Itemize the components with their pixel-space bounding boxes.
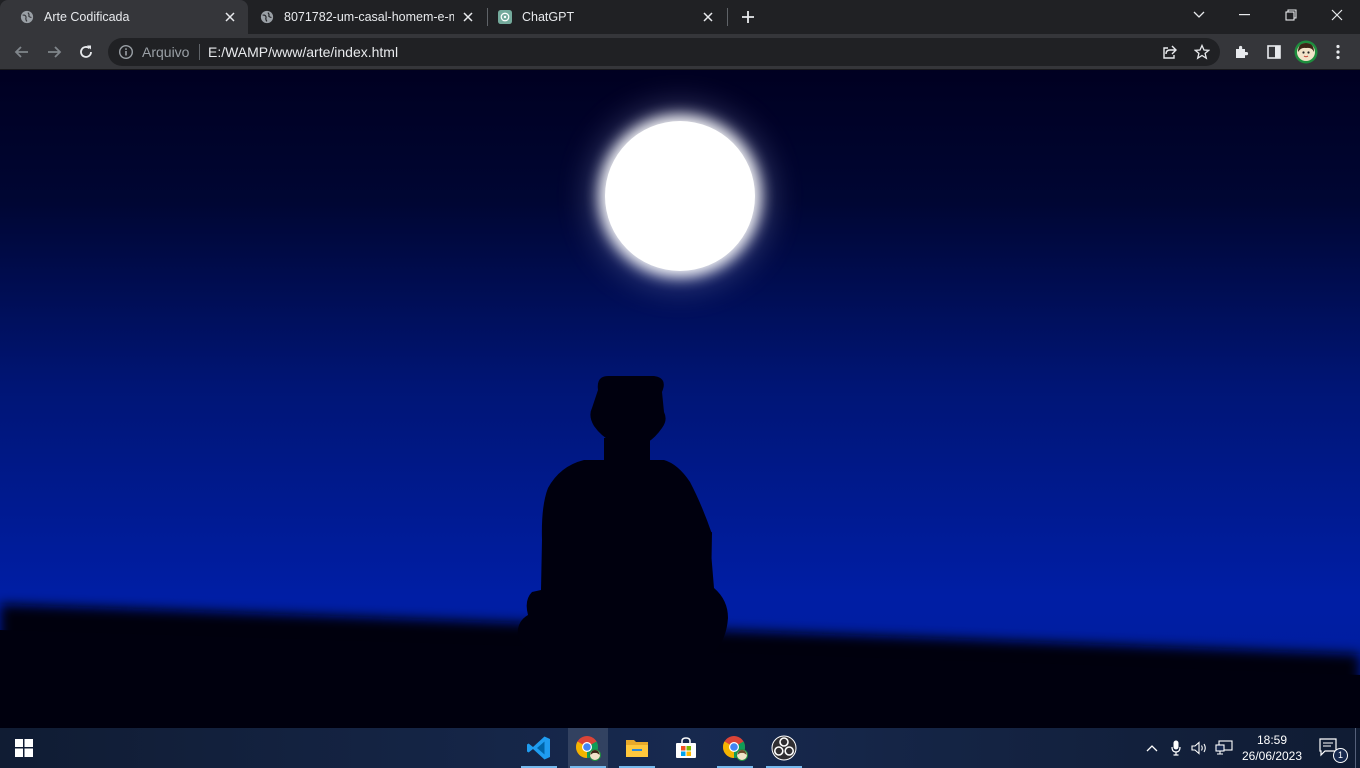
notification-badge: 1	[1333, 748, 1348, 763]
globe-icon	[20, 10, 34, 24]
volume-button[interactable]	[1189, 728, 1211, 768]
tab-separator	[727, 8, 728, 26]
scheme-label: Arquivo	[142, 44, 190, 60]
back-button[interactable]	[8, 38, 36, 66]
show-desktop-button[interactable]	[1355, 728, 1356, 768]
network-icon	[1215, 740, 1233, 755]
tab-title: 8071782-um-casal-homem-e-mu	[284, 10, 454, 24]
share-icon	[1163, 45, 1177, 59]
restore-icon	[1285, 9, 1297, 21]
arrow-left-icon	[14, 46, 28, 58]
speaker-icon	[1191, 741, 1206, 755]
microphone-icon	[1171, 740, 1181, 756]
tab-title: Arte Codificada	[44, 10, 130, 24]
profile-button[interactable]	[1292, 38, 1320, 66]
puzzle-icon	[1236, 45, 1249, 58]
browser-toolbar: Arquivo E:/WAMP/www/arte/index.html	[0, 34, 1360, 70]
extensions-button[interactable]	[1228, 38, 1256, 66]
system-clock[interactable]: 18:59 26/06/2023	[1236, 732, 1308, 764]
close-icon	[1331, 9, 1343, 21]
plus-icon	[742, 11, 754, 23]
obs-icon	[771, 735, 797, 761]
network-button[interactable]	[1213, 728, 1235, 768]
web-page-content	[0, 70, 1360, 728]
taskbar-app-vscode[interactable]	[519, 728, 559, 768]
close-window-button[interactable]	[1314, 0, 1360, 30]
tab-close-button[interactable]	[700, 9, 716, 25]
kebab-menu-icon	[1336, 44, 1340, 60]
side-panel-button[interactable]	[1260, 38, 1288, 66]
tab-8071782[interactable]: 8071782-um-casal-homem-e-mu	[248, 0, 486, 34]
address-bar[interactable]: Arquivo E:/WAMP/www/arte/index.html	[108, 38, 1220, 66]
address-separator	[199, 44, 200, 60]
clock-time: 18:59	[1256, 733, 1288, 747]
tab-title: ChatGPT	[522, 10, 575, 24]
tab-close-button[interactable]	[460, 9, 476, 25]
star-icon	[1194, 44, 1210, 60]
taskbar-app-file-explorer[interactable]	[617, 728, 657, 768]
tab-search-button[interactable]	[1176, 0, 1222, 30]
bookmark-button[interactable]	[1188, 38, 1216, 66]
close-icon	[463, 12, 473, 22]
microphone-button[interactable]	[1166, 728, 1186, 768]
new-tab-button[interactable]	[736, 5, 760, 29]
taskbar-app-chrome-profile[interactable]	[568, 728, 608, 768]
chevron-up-icon	[1146, 745, 1158, 752]
side-panel-icon	[1267, 45, 1281, 59]
show-hidden-icons-button[interactable]	[1142, 728, 1162, 768]
windows-taskbar: 18:59 26/06/2023 1	[0, 728, 1360, 768]
share-button[interactable]	[1156, 38, 1184, 66]
microsoft-store-icon	[676, 737, 696, 758]
taskbar-app-obs[interactable]	[764, 728, 804, 768]
info-icon[interactable]	[118, 44, 134, 60]
tab-chatgpt[interactable]: ChatGPT	[488, 0, 726, 34]
tab-arte-codificada[interactable]: Arte Codificada	[0, 0, 248, 34]
minimize-icon	[1239, 14, 1250, 16]
arrow-right-icon	[48, 46, 62, 58]
taskbar-app-microsoft-store[interactable]	[666, 728, 706, 768]
close-icon	[703, 12, 713, 22]
url-text[interactable]: E:/WAMP/www/arte/index.html	[208, 44, 398, 60]
avatar-icon	[1294, 40, 1318, 64]
tab-strip: Arte Codificada 8071782-um-casal-homem-e…	[0, 0, 1360, 34]
restore-button[interactable]	[1268, 0, 1314, 30]
vscode-icon	[527, 736, 550, 760]
start-button[interactable]	[4, 728, 44, 768]
chevron-down-icon	[1193, 11, 1205, 18]
minimize-button[interactable]	[1222, 0, 1268, 30]
globe-icon	[260, 10, 274, 24]
tab-close-button[interactable]	[222, 9, 238, 25]
windows-logo-icon	[15, 739, 33, 757]
chatgpt-icon	[498, 10, 512, 24]
taskbar-app-chrome[interactable]	[715, 728, 755, 768]
file-explorer-icon	[626, 740, 648, 757]
reload-icon	[80, 45, 92, 58]
forward-button[interactable]	[40, 38, 68, 66]
chrome-icon	[723, 736, 748, 761]
close-icon	[225, 12, 235, 22]
notification-center-button[interactable]: 1	[1314, 728, 1348, 768]
person-silhouette	[517, 375, 728, 656]
menu-button[interactable]	[1324, 38, 1352, 66]
clock-date: 26/06/2023	[1241, 749, 1303, 763]
chrome-profile-icon	[576, 736, 601, 761]
reload-button[interactable]	[72, 38, 100, 66]
